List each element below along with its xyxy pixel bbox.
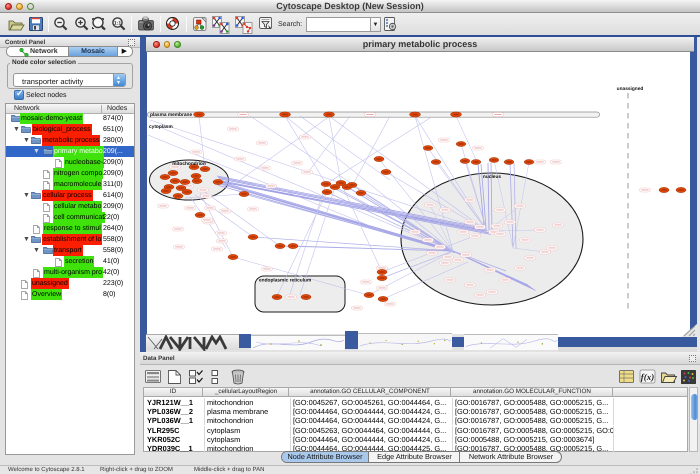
svg-text:cytoplasm: cytoplasm <box>149 124 173 130</box>
svg-text:plasma membrane: plasma membrane <box>150 112 192 118</box>
svg-text:mitochondrion: mitochondrion <box>172 161 206 167</box>
svg-text:endoplasmic reticulum: endoplasmic reticulum <box>259 278 311 284</box>
svg-text:1:1: 1:1 <box>114 21 121 27</box>
svg-text:nucleus: nucleus <box>483 174 501 180</box>
svg-text:unassigned: unassigned <box>617 86 644 92</box>
svg-text:f(x): f(x) <box>641 372 655 382</box>
